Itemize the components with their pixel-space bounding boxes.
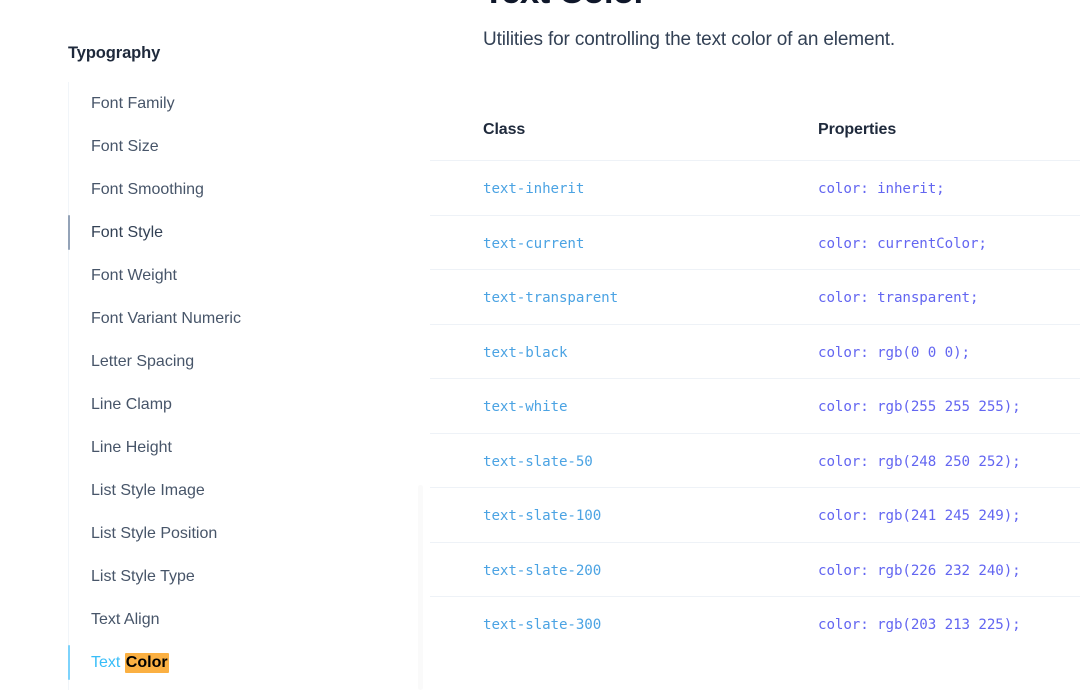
cell-class-name: text-slate-200 [483,562,602,579]
sidebar-item-indicator [68,172,70,207]
sidebar-item-label-highlight: Color [124,653,169,673]
sidebar-item-font-variant-numeric[interactable]: Font Variant Numeric [0,297,430,340]
sidebar-item-indicator [68,301,70,336]
cell-properties: color: rgb(255 255 255); [818,399,1021,415]
sidebar-item-list-style-position[interactable]: List Style Position [0,512,430,555]
cell-properties: color: currentColor; [818,235,987,252]
sidebar-item-indicator [68,344,70,379]
sidebar-item-indicator [68,602,70,637]
sidebar-item-indicator [68,258,70,293]
sidebar-item-indicator [68,387,70,422]
table-header-row: Class Properties [430,121,1080,160]
table-row: text-black color: rgb(0 0 0); [430,323,1080,379]
cell-class-name: text-slate-100 [483,508,602,524]
sidebar-item-label: Font Family [91,95,175,112]
sidebar-item-indicator [68,645,70,680]
page-title: Text Color [483,0,647,12]
sidebar-item-indicator [68,473,70,508]
column-header-properties: Properties [818,121,897,138]
cell-properties: color: rgb(203 213 225); [818,617,1021,633]
sidebar-item-label: Text [91,654,125,671]
cell-properties: color: rgb(248 250 252); [818,453,1021,470]
sidebar-item-font-style[interactable]: Font Style [0,211,430,254]
table-row: text-slate-300 color: rgb(203 213 225); [430,596,1080,651]
cell-class-name: text-slate-300 [483,617,602,633]
sidebar-item-font-size[interactable]: Font Size [0,125,430,168]
sidebar-item-font-smoothing[interactable]: Font Smoothing [0,168,430,211]
cell-class-name: text-white [483,399,568,415]
sidebar-item-label: Font Smoothing [91,181,204,198]
sidebar-item-label: Font Variant Numeric [91,310,241,327]
sidebar-item-label: List Style Position [91,525,218,542]
cell-properties: color: rgb(241 245 249); [818,508,1021,524]
sidebar-item-label: Font Weight [91,267,177,284]
sidebar-item-label: Text Align [91,611,160,628]
table-row: text-current color: currentColor; [430,214,1080,270]
sidebar-item-font-weight[interactable]: Font Weight [0,254,430,297]
table-row: text-slate-50 color: rgb(248 250 252); [430,432,1080,488]
cell-class-name: text-transparent [483,290,619,306]
sidebar-item-list-style-type[interactable]: List Style Type [0,555,430,598]
sidebar-item-font-family[interactable]: Font Family [0,82,430,125]
sidebar-item-list-style-image[interactable]: List Style Image [0,469,430,512]
cell-properties: color: rgb(0 0 0); [818,344,970,361]
sidebar-item-indicator [68,516,70,551]
sidebar-item-indicator [68,430,70,465]
sidebar-item-indicator [68,129,70,164]
column-header-class: Class [483,121,526,138]
sidebar-item-indicator [68,559,70,594]
table-row: text-inherit color: inherit; [430,160,1080,215]
sidebar-group-title: Typography [68,44,161,62]
table-row: text-transparent color: transparent; [430,269,1080,324]
sidebar-item-label: Line Height [91,439,172,456]
sidebar-item-label: Font Size [91,138,159,155]
docs-page: Typography Font Family Font Size Font Smoo… [0,0,1080,690]
cell-properties: color: rgb(226 232 240); [818,562,1021,579]
table-body: text-inherit color: inherit; text-current c… [430,160,1080,651]
cell-properties: color: transparent; [818,290,979,306]
cell-class-name: text-current [483,235,585,252]
cell-properties: color: inherit; [818,181,945,197]
sidebar-item-indicator [68,215,70,250]
sidebar-navigation: Typography Font Family Font Size Font Smoo… [0,0,430,690]
table-row: text-slate-100 color: rgb(241 245 249); [430,487,1080,542]
cell-class-name: text-inherit [483,181,585,197]
cell-class-name: text-black [483,344,568,361]
sidebar-item-label: List Style Type [91,568,195,585]
main-content: Text Color Utilities for controlling the… [430,0,1080,690]
sidebar-item-label: Line Clamp [91,396,172,413]
table-row: text-white color: rgb(255 255 255); [430,378,1080,433]
sidebar-item-line-clamp[interactable]: Line Clamp [0,383,430,426]
cell-class-name: text-slate-50 [483,453,593,470]
sidebar-item-line-height[interactable]: Line Height [0,426,430,469]
sidebar-scrollbar[interactable] [418,485,423,690]
properties-table: Class Properties text-inherit color: inhe… [430,121,1080,651]
sidebar-item-text-align[interactable]: Text Align [0,598,430,641]
sidebar-item-text-color[interactable]: Text Color [0,641,430,684]
sidebar-item-letter-spacing[interactable]: Letter Spacing [0,340,430,383]
sidebar-item-indicator [68,86,70,121]
sidebar-item-label: Letter Spacing [91,353,195,370]
sidebar-item-label: List Style Image [91,482,205,499]
sidebar-item-label: Font Style [91,224,164,241]
sidebar-item-list: Font Family Font Size Font Smoothing Font S… [0,82,430,684]
table-row: text-slate-200 color: rgb(226 232 240); [430,541,1080,597]
page-subtitle: Utilities for controlling the text color… [483,29,896,50]
